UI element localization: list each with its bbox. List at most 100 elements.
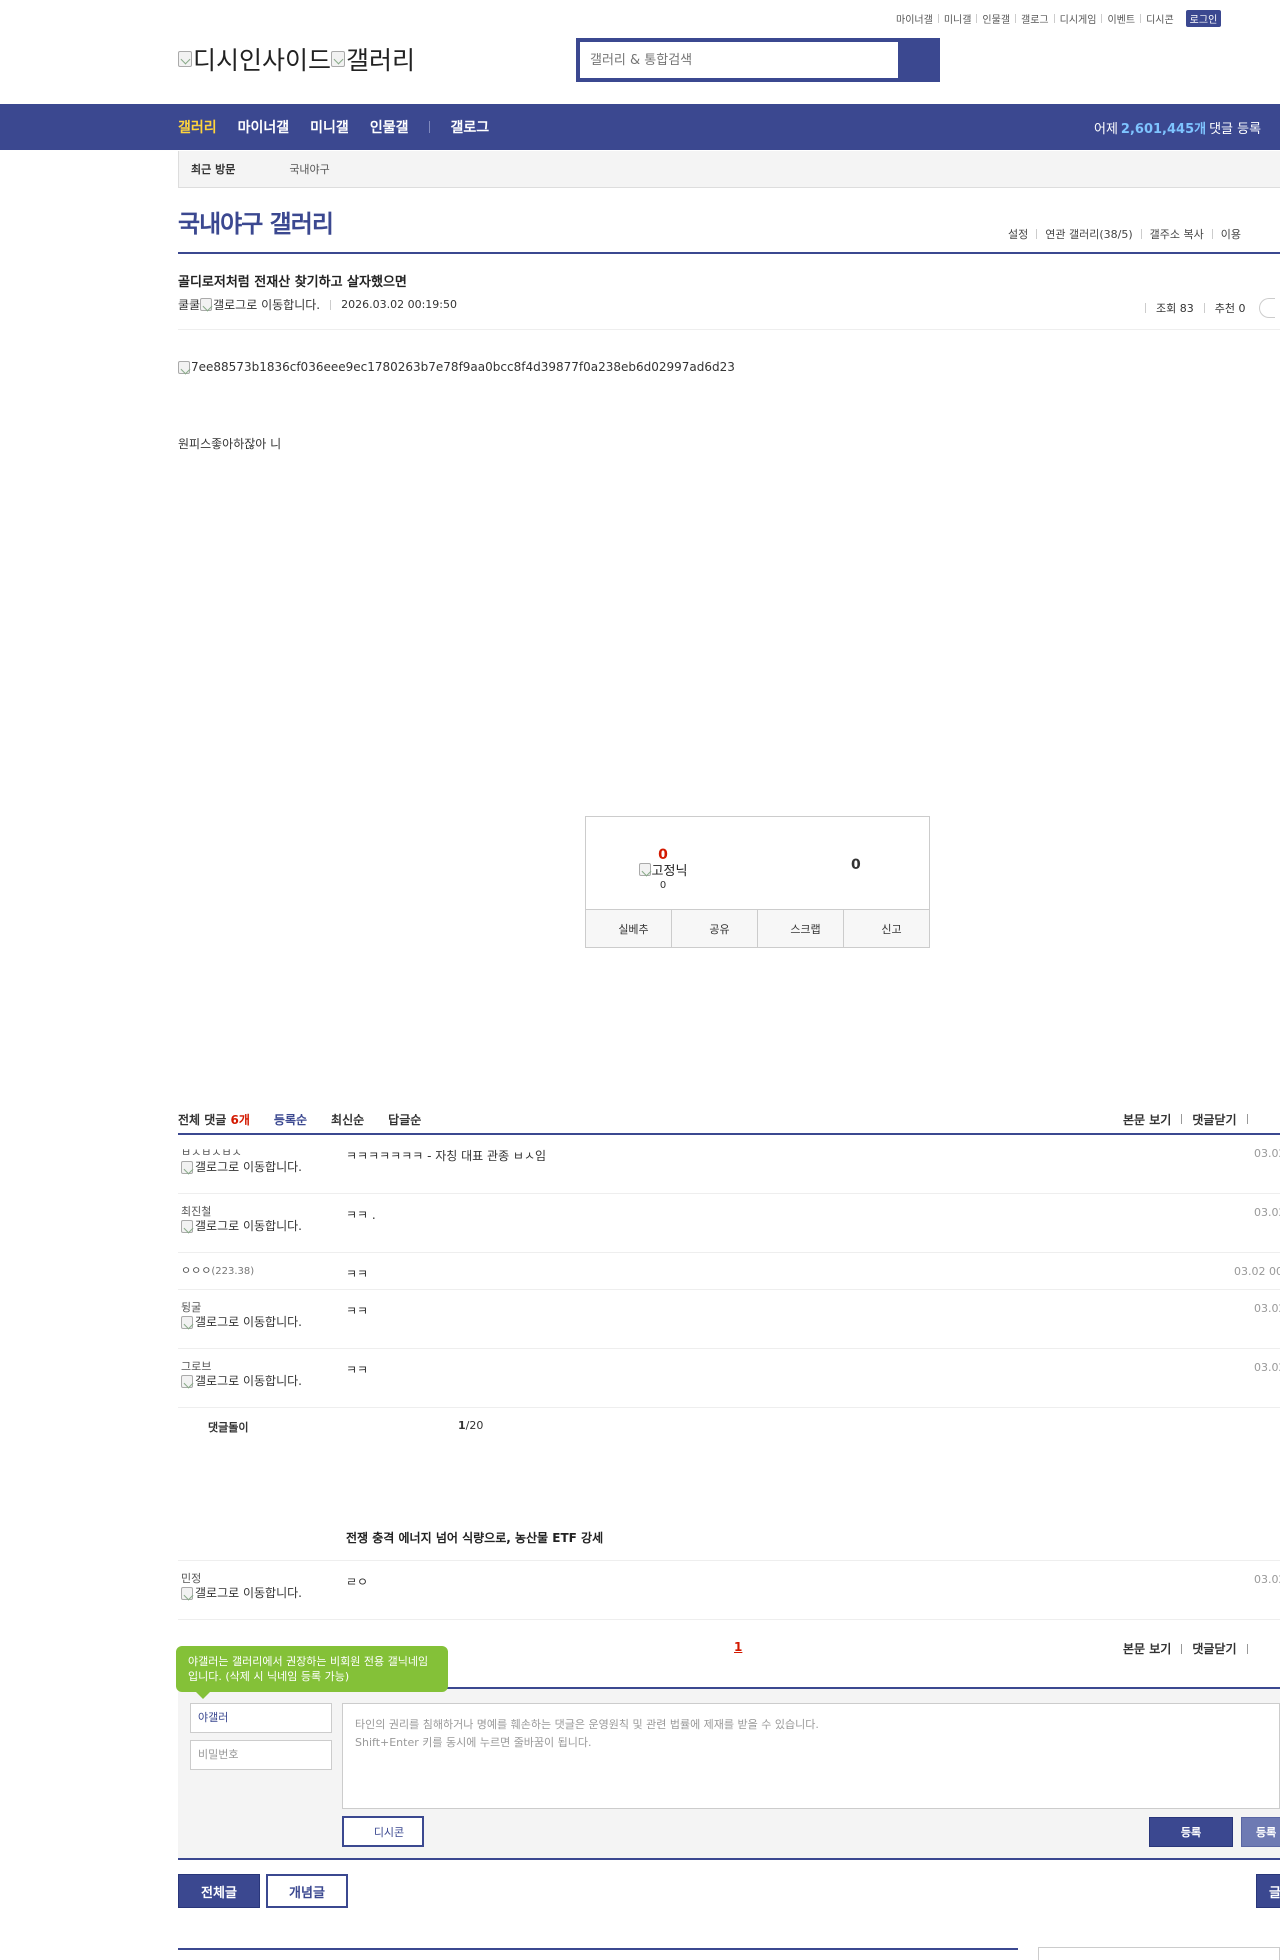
top-menu-event[interactable]: 이벤트 <box>1102 11 1140 26</box>
broken-image-icon <box>181 1220 193 1233</box>
ad-headline-link[interactable]: 전쟁 충격 에너지 넘어 식량으로, 농산물 ETF 강세 <box>346 1529 603 1546</box>
comment-item: 최진철 갤로그로 이동합니다. ㅋㅋ . 03.02 <box>178 1194 1280 1253</box>
comment-date: 03.02 <box>1254 1302 1280 1315</box>
search-input[interactable] <box>580 42 898 78</box>
logo-gallery-alt: 갤러리 <box>346 46 416 75</box>
comment-nick[interactable]: 최진철 <box>181 1206 306 1217</box>
report-button[interactable]: 신고 <box>844 910 929 947</box>
comment-bot-page-current: 1 <box>458 1419 466 1432</box>
top-menu-dcgame[interactable]: 디시게임 <box>1055 11 1102 26</box>
top-menu-gallog[interactable]: 갤로그 <box>1016 11 1054 26</box>
view-count: 조회 83 <box>1156 302 1194 315</box>
comment-page-number[interactable]: 1 <box>734 1640 742 1654</box>
post-body-text: 원피스좋아하잖아 니 <box>178 437 282 451</box>
gallery-settings-link[interactable]: 설정 <box>1000 226 1036 242</box>
comment-nick[interactable]: ㅂㅅㅂㅅㅂㅅ <box>181 1147 306 1158</box>
site-logo[interactable]: 디시인사이드 갤러리 <box>178 41 415 77</box>
comment-gallog-link[interactable]: 갤로그로 이동합니다. <box>181 1316 306 1329</box>
comment-jump-button[interactable] <box>1259 298 1276 318</box>
recommend-up-area[interactable]: 0 고정닉 0 <box>628 847 698 891</box>
broken-image-icon <box>178 51 192 67</box>
close-comments-button[interactable]: 댓글닫기 <box>1192 1640 1236 1657</box>
top-utility-menu: 마이너갤 미니갤 인물갤 갤로그 디시게임 이벤트 디시콘 로그인 <box>891 10 1222 27</box>
author-gallog-link[interactable]: 갤로그로 이동합니다. <box>213 296 320 313</box>
password-field[interactable]: 비밀번호 <box>190 1740 332 1770</box>
comment-gallog-link[interactable]: 갤로그로 이동합니다. <box>181 1161 306 1174</box>
top-menu-mini-gallery[interactable]: 미니갤 <box>939 11 977 26</box>
stat-prefix: 어제 <box>1094 121 1118 137</box>
login-button[interactable]: 로그인 <box>1185 10 1222 27</box>
comment-textarea[interactable]: 타인의 권리를 침해하거나 명예를 훼손하는 댓글은 운영원칙 및 관련 법률에… <box>342 1703 1280 1809</box>
gallery-title[interactable]: 국내야구 갤러리 <box>178 204 334 239</box>
bottom-side-box <box>1038 1947 1280 1960</box>
comment-nick[interactable]: 뒹굴 <box>181 1302 306 1313</box>
nav-person-gallery[interactable]: 인물갤 <box>370 117 409 137</box>
comment-gallog-link[interactable]: 갤로그로 이동합니다. <box>181 1587 306 1600</box>
stat-count: 2,601,445개 <box>1120 121 1207 137</box>
comments-header: 전체 댓글 6개 등록순 최신순 답글순 본문 보기 댓글닫기 <box>178 1104 1280 1134</box>
sort-latest[interactable]: 최신순 <box>331 1111 364 1128</box>
comment-item: ㅂㅅㅂㅅㅂㅅ 갤로그로 이동합니다. ㅋㅋㅋㅋㅋㅋㅋ - 자칭 대표 관종 ㅂㅅ… <box>178 1135 1280 1194</box>
recommend-down-count[interactable]: 0 <box>851 857 861 873</box>
usage-link[interactable]: 이용 <box>1213 226 1249 242</box>
top-menu-dccon[interactable]: 디시콘 <box>1141 11 1179 26</box>
nav-minor-gallery[interactable]: 마이너갤 <box>238 117 290 137</box>
comment-gallog-alt: 갤로그로 이동합니다. <box>195 1160 302 1174</box>
related-gallery-link[interactable]: 연관 갤러리(38/5) <box>1037 226 1140 242</box>
nav-gallog[interactable]: 갤로그 <box>450 117 489 137</box>
daily-comment-stat: 어제 2,601,445개 댓글 등록 <box>1094 104 1261 150</box>
top-menu-person-gallery[interactable]: 인물갤 <box>977 11 1015 26</box>
comment-write-form: 야갤러 비밀번호 타인의 권리를 침해하거나 명예를 훼손하는 댓글은 운영원칙… <box>178 1689 1280 1860</box>
comment-text: ㄹㅇ <box>346 1575 369 1589</box>
nav-mini-gallery[interactable]: 미니갤 <box>310 117 349 137</box>
comment-gallog-link[interactable]: 갤로그로 이동합니다. <box>181 1375 306 1388</box>
comment-date: 03.02 <box>1254 1573 1280 1586</box>
comment-bot-name: 댓글돌이 <box>208 1421 249 1434</box>
post-info: 쿨쿨 갤로그로 이동합니다. 2026.03.02 00:19:50 <box>178 296 457 313</box>
write-post-button[interactable]: 글 <box>1256 1874 1280 1908</box>
dccon-button[interactable]: 디시콘 <box>342 1816 424 1847</box>
view-body-button[interactable]: 본문 보기 <box>1123 1111 1171 1128</box>
textarea-placeholder-line1: 타인의 권리를 침해하거나 명예를 훼손하는 댓글은 운영원칙 및 관련 법률에… <box>355 1718 819 1731</box>
copy-gallery-url-link[interactable]: 갤주소 복사 <box>1142 226 1212 242</box>
nav-gallery[interactable]: 갤러리 <box>178 117 217 137</box>
comment-nick[interactable]: 민정 <box>181 1573 306 1584</box>
view-body-button[interactable]: 본문 보기 <box>1123 1640 1171 1657</box>
post-image[interactable]: 7ee88573b1836cf036eee9ec1780263b7e78f9aa… <box>178 360 735 374</box>
comments-footer-actions: 본문 보기 댓글닫기 <box>1123 1640 1258 1657</box>
comment-text: ㅋㅋ <box>346 1363 369 1377</box>
recent-visit-gallery-link[interactable]: 국내야구 <box>289 161 329 177</box>
comment-item: 민정 갤로그로 이동합니다. ㄹㅇ 03.02 <box>178 1561 1280 1620</box>
sort-replies[interactable]: 답글순 <box>388 1111 421 1128</box>
scrap-button[interactable]: 스크랩 <box>758 910 844 947</box>
divider <box>1246 1643 1248 1654</box>
close-comments-button[interactable]: 댓글닫기 <box>1192 1111 1236 1128</box>
submit-recommend-button[interactable]: 등록 <box>1241 1817 1280 1847</box>
sort-registered[interactable]: 등록순 <box>274 1111 307 1128</box>
comments-total-count: 6개 <box>230 1112 250 1127</box>
search-button[interactable] <box>898 42 936 78</box>
post-title: 골디로저처럼 전재산 찾기하고 살자했으면 <box>178 275 407 290</box>
top-menu-minor-gallery[interactable]: 마이너갤 <box>891 11 938 26</box>
concept-posts-button[interactable]: 개념글 <box>266 1874 348 1908</box>
comment-nick[interactable]: 그로브 <box>181 1361 306 1372</box>
post-author[interactable]: 쿨쿨 <box>178 296 200 313</box>
share-button[interactable]: 공유 <box>672 910 758 947</box>
comment-bot-page-total: /20 <box>465 1419 484 1432</box>
list-buttons: 전체글 개념글 <box>178 1874 354 1908</box>
comment-bot-pager[interactable]: 1/20 <box>458 1419 483 1432</box>
submit-comment-button[interactable]: 등록 <box>1149 1817 1233 1847</box>
comment-item: 그로브 갤로그로 이동합니다. ㅋㅋ 03.02 <box>178 1349 1280 1408</box>
logo-site-alt: 디시인사이드 <box>193 46 332 75</box>
nickname-field[interactable]: 야갤러 <box>190 1703 332 1733</box>
comment-text: ㅋㅋ <box>346 1304 369 1318</box>
stat-suffix: 댓글 등록 <box>1209 121 1262 137</box>
all-posts-button[interactable]: 전체글 <box>178 1874 260 1908</box>
comment-gallog-link[interactable]: 갤로그로 이동합니다. <box>181 1220 306 1233</box>
comment-nick[interactable]: ㅇㅇㅇ <box>181 1264 211 1277</box>
post-image-alt: 7ee88573b1836cf036eee9ec1780263b7e78f9aa… <box>191 360 735 374</box>
broken-image-icon <box>181 1587 193 1600</box>
fixed-nick-recommend: 고정닉 <box>628 860 698 879</box>
best-recommend-button[interactable]: 실베추 <box>586 910 672 947</box>
divider <box>178 1948 1018 1950</box>
